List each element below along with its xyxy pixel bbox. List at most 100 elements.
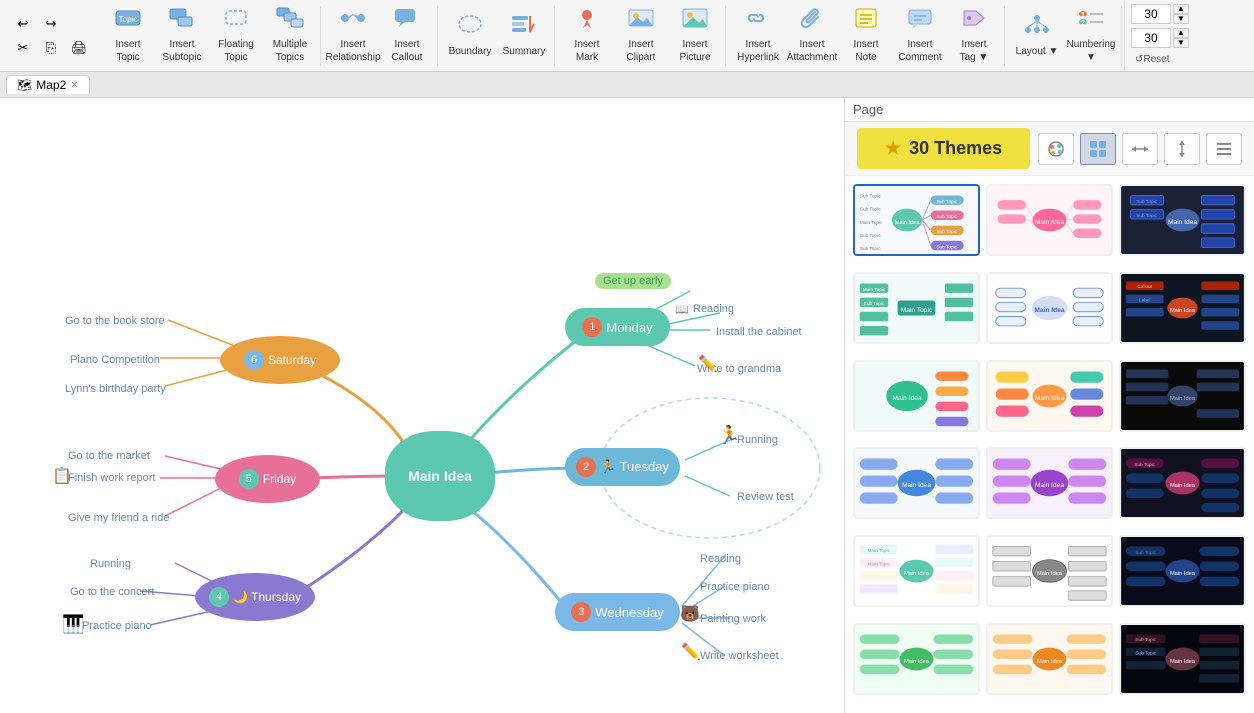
comment-button[interactable]: Insert Comment: [894, 8, 946, 64]
tuesday-node[interactable]: 2 🏃 Tuesday: [565, 448, 680, 486]
theme-item-5[interactable]: Main Idea: [986, 272, 1113, 344]
width-down-button[interactable]: ▼: [1173, 14, 1189, 24]
theme-grid-button[interactable]: [1080, 133, 1116, 165]
theme-list-button[interactable]: [1206, 133, 1242, 165]
relationship-group: Insert Relationship Insert Callout: [323, 6, 438, 66]
theme-item-2[interactable]: Main Idea: [986, 184, 1113, 256]
numbering-button[interactable]: 12 Numbering ▼: [1065, 8, 1117, 64]
theme-item-1[interactable]: Main Idea Sub Topic Sub Topic Sub Topic …: [853, 184, 980, 256]
theme-item-10[interactable]: Main Idea: [853, 447, 980, 519]
svg-text:Main Topic: Main Topic: [867, 548, 890, 554]
multiple-topics-button[interactable]: Multiple Topics: [264, 8, 316, 64]
mindmap-canvas-area[interactable]: Main Idea 1 Monday Get up early Reading …: [0, 98, 844, 713]
relationship-icon: [339, 7, 367, 37]
svg-text:Main Idea: Main Idea: [1170, 308, 1196, 314]
insert-clipart-button[interactable]: Insert Clipart: [615, 8, 667, 64]
hyperlink-button[interactable]: Insert Hyperlink: [732, 8, 784, 64]
theme-item-16[interactable]: Main Idea: [853, 623, 980, 695]
redo-button[interactable]: ↪: [38, 13, 64, 35]
undo-button[interactable]: ↩: [10, 13, 36, 35]
tag-button[interactable]: Insert Tag ▼: [948, 8, 1000, 64]
tab-bar: 🗺 Map2 ✕: [0, 72, 1254, 98]
summary-button[interactable]: Summary: [498, 8, 550, 64]
svg-text:Main Idea: Main Idea: [1035, 394, 1064, 401]
insert-topic-button[interactable]: Topic Insert Topic: [102, 8, 154, 64]
wednesday-node[interactable]: 3 Wednesday: [555, 593, 680, 631]
svg-text:Sub Topic: Sub Topic: [1135, 637, 1156, 643]
theme-expand-h-button[interactable]: [1122, 133, 1158, 165]
running-icon: 🏃: [718, 425, 740, 446]
svg-text:Main Topic: Main Topic: [901, 307, 933, 314]
height-down-button[interactable]: ▼: [1173, 38, 1189, 48]
map2-tab-close[interactable]: ✕: [70, 80, 78, 91]
theme-item-6[interactable]: Main Idea Callout Label: [1119, 272, 1246, 344]
height-up-button[interactable]: ▲: [1173, 28, 1189, 38]
attachment-button[interactable]: Insert Attachment: [786, 8, 838, 64]
floating-topic-button[interactable]: Floating Topic: [210, 8, 262, 64]
theme-item-15[interactable]: Main Idea Sub Topic: [1119, 535, 1246, 607]
multiple-topics-icon: [276, 7, 304, 37]
main-idea-label: Main Idea: [408, 468, 472, 484]
piano-icon: 🎹: [62, 614, 84, 635]
saturday-node[interactable]: 6 Saturday: [220, 336, 340, 384]
insert-subtopic-button[interactable]: Insert Subtopic: [156, 8, 208, 64]
mark-icon: [573, 7, 601, 37]
svg-text:Main Idea: Main Idea: [904, 659, 930, 665]
monday-node[interactable]: 1 Monday: [565, 308, 670, 346]
insert-callout-button[interactable]: Insert Callout: [381, 8, 433, 64]
svg-text:Main Idea: Main Idea: [1035, 482, 1064, 489]
theme-paint-button[interactable]: [1038, 133, 1074, 165]
map2-tab-icon: 🗺: [17, 78, 32, 92]
theme-header-bar: ★ 30 Themes: [845, 122, 1254, 176]
friday-node[interactable]: 5 Friday: [215, 455, 320, 503]
insert-relationship-button[interactable]: Insert Relationship: [327, 8, 379, 64]
friday-number: 5: [239, 469, 259, 489]
theme-item-18[interactable]: Main Idea Sub Topic Sub Topic: [1119, 623, 1246, 695]
theme-item-13[interactable]: Main Idea Main Topic Main Topic: [853, 535, 980, 607]
main-idea-node[interactable]: Main Idea: [385, 431, 495, 521]
sat-child-piano-comp: Piano Competition: [70, 354, 160, 366]
thu-child-concert: Go to the concert: [70, 586, 154, 598]
friday-label: Friday: [263, 472, 296, 486]
floating-topic-icon: [222, 7, 250, 37]
topic-group: Topic Insert Topic Insert Subtopic Float…: [98, 6, 321, 66]
reset-button[interactable]: ↺Reset: [1131, 52, 1189, 67]
theme-expand-v-button[interactable]: [1164, 133, 1200, 165]
theme-item-17[interactable]: Main Idea: [986, 623, 1113, 695]
wednesday-number: 3: [571, 602, 591, 622]
print-button[interactable]: 🖨: [66, 37, 92, 59]
tuesday-child-review: Review test: [737, 491, 794, 503]
map2-tab[interactable]: 🗺 Map2 ✕: [6, 75, 90, 94]
theme-toolbar: [1038, 133, 1242, 165]
note-button[interactable]: Insert Note: [840, 8, 892, 64]
width-spinner[interactable]: 30: [1131, 4, 1171, 24]
theme-item-7[interactable]: Main Idea: [853, 360, 980, 432]
svg-text:Main Idea: Main Idea: [1170, 659, 1196, 665]
layout-button[interactable]: Layout ▼: [1011, 8, 1063, 64]
insert-picture-button[interactable]: Insert Picture: [669, 8, 721, 64]
cut-button[interactable]: ✂: [10, 37, 36, 59]
numbering-icon: 12: [1077, 7, 1105, 37]
quick-access-bar: ↩ ↪ ✂ ⎘ 🖨: [6, 9, 96, 63]
svg-text:Main Idea: Main Idea: [902, 482, 931, 489]
monday-number: 1: [582, 317, 602, 337]
theme-item-12[interactable]: Main Idea Sub Topic: [1119, 447, 1246, 519]
insert-mark-button[interactable]: Insert Mark: [561, 8, 613, 64]
theme-item-11[interactable]: Main Idea: [986, 447, 1113, 519]
height-spinner[interactable]: 30: [1131, 28, 1171, 48]
width-up-button[interactable]: ▲: [1173, 4, 1189, 14]
theme-item-8[interactable]: Main Idea: [986, 360, 1113, 432]
media-group: Insert Mark Insert Clipart Insert Pictur…: [557, 6, 726, 66]
theme-item-3[interactable]: Main Idea Sub Topic Sub Topic: [1119, 184, 1246, 256]
theme-item-14[interactable]: Main Idea: [986, 535, 1113, 607]
svg-text:2: 2: [1081, 20, 1085, 27]
boundary-button[interactable]: Boundary: [444, 8, 496, 64]
theme-item-4[interactable]: Main Topic Main Topic Sub Topic: [853, 272, 980, 344]
copy-button[interactable]: ⎘: [38, 37, 64, 59]
thu-child-piano: Practice piano: [82, 620, 152, 632]
thursday-node[interactable]: 4 🌙 Thursday: [195, 573, 315, 621]
tuesday-number: 2: [576, 457, 596, 477]
theme-item-9[interactable]: Main Idea: [1119, 360, 1246, 432]
picture-label: Insert Picture: [679, 38, 710, 64]
theme-grid: Main Idea Sub Topic Sub Topic Sub Topic …: [845, 176, 1254, 713]
